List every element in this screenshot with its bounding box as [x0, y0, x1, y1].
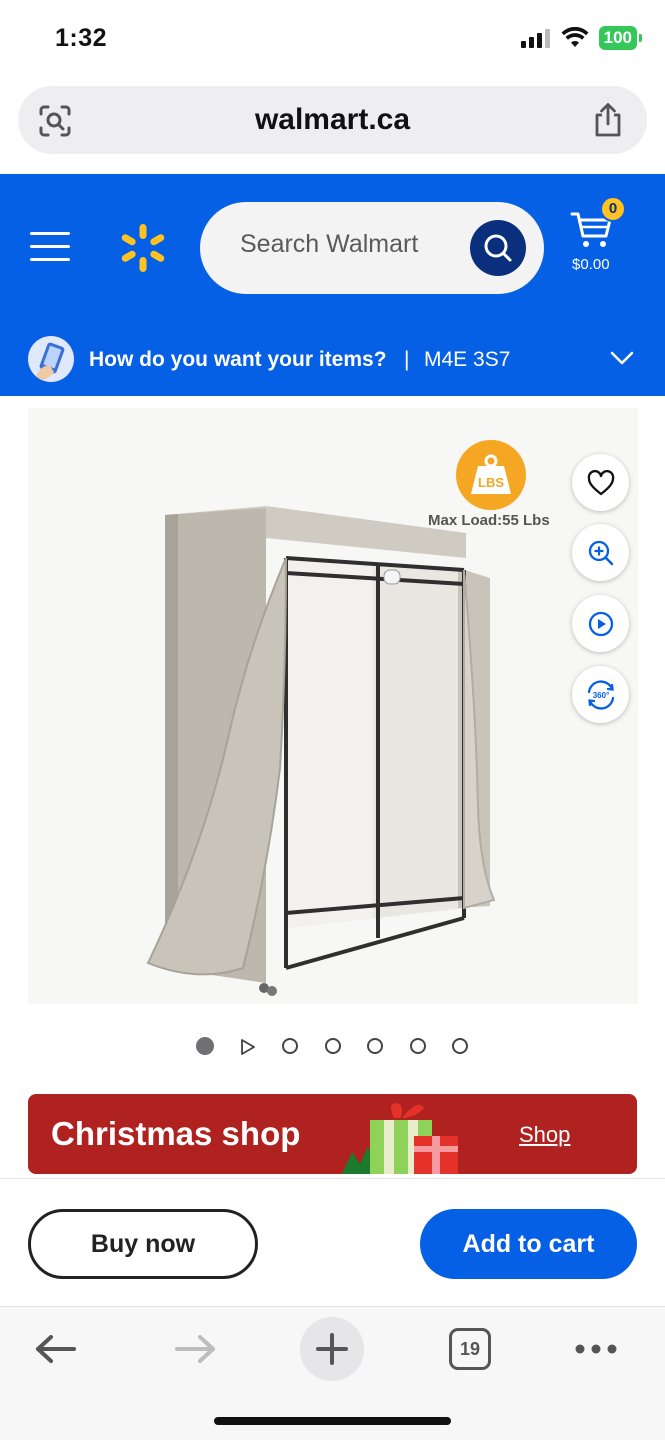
status-icons: 100: [520, 26, 643, 50]
tabs-count: 19: [449, 1328, 491, 1370]
gallery-video-dot-icon[interactable]: [240, 1038, 256, 1056]
purchase-actions: Buy now Add to cart: [0, 1178, 665, 1306]
svg-text:360°: 360°: [592, 691, 609, 700]
delivery-phone-icon: [28, 336, 74, 382]
delivery-question[interactable]: How do you want your items?: [89, 348, 387, 372]
signal-icon: [520, 29, 550, 48]
gallery-dot[interactable]: [282, 1038, 298, 1054]
view-360-button[interactable]: 360°: [572, 666, 629, 723]
gift-boxes-icon: [342, 1103, 458, 1174]
forward-button[interactable]: [163, 1317, 227, 1381]
battery-indicator: 100: [598, 26, 643, 50]
rotate-360-icon: 360°: [587, 679, 614, 710]
search-icon: [484, 234, 512, 262]
delivery-selector[interactable]: How do you want your items? | M4E 3S7: [0, 334, 665, 396]
wardrobe-illustration: [146, 506, 496, 996]
gallery-dot[interactable]: [367, 1038, 383, 1054]
heart-icon: [587, 469, 614, 495]
status-time: 1:32: [55, 24, 108, 52]
more-menu-button[interactable]: [564, 1317, 628, 1381]
back-button[interactable]: [24, 1317, 88, 1381]
gallery-dot-active[interactable]: [196, 1037, 214, 1055]
share-icon[interactable]: [591, 102, 625, 138]
search-button[interactable]: [470, 220, 526, 276]
home-indicator: [214, 1417, 451, 1425]
walmart-spark-logo[interactable]: [118, 222, 168, 274]
gallery-dot[interactable]: [452, 1038, 468, 1054]
product-gallery: LBS Max Load:55 Lbs 360°: [0, 396, 665, 1016]
add-to-cart-button[interactable]: Add to cart: [420, 1209, 637, 1279]
christmas-banner[interactable]: Christmas shop Shop: [28, 1094, 637, 1174]
tabs-button[interactable]: 19: [438, 1317, 502, 1381]
weight-badge: LBS: [456, 440, 526, 510]
cart-button[interactable]: 0 $0.00: [566, 196, 636, 276]
browser-toolbar: 19: [0, 1306, 665, 1440]
banner-shop-link[interactable]: Shop: [519, 1122, 570, 1148]
new-tab-button[interactable]: [300, 1317, 364, 1381]
search-input[interactable]: [240, 230, 460, 259]
search-bar[interactable]: [200, 202, 544, 294]
postal-code[interactable]: M4E 3S7: [424, 348, 510, 372]
max-load-label: Max Load:55 Lbs: [428, 512, 550, 529]
video-button[interactable]: [572, 595, 629, 652]
weight-icon: LBS: [471, 454, 511, 494]
arrow-left-icon: [36, 1335, 76, 1363]
gallery-pagination: [0, 1036, 665, 1058]
hamburger-menu-icon[interactable]: [30, 232, 70, 264]
wifi-icon: [561, 27, 589, 47]
address-bar[interactable]: walmart.ca: [18, 86, 647, 154]
product-image[interactable]: LBS Max Load:55 Lbs: [28, 408, 638, 1004]
gallery-dot[interactable]: [325, 1038, 341, 1054]
favorite-button[interactable]: [572, 454, 629, 511]
site-header: 0 $0.00 How do you want your items? | M4…: [0, 174, 665, 396]
url-text[interactable]: walmart.ca: [18, 103, 647, 137]
plus-icon: [316, 1333, 348, 1365]
buy-now-button[interactable]: Buy now: [28, 1209, 258, 1279]
status-bar: 1:32 100: [0, 0, 665, 80]
gallery-dot[interactable]: [410, 1038, 426, 1054]
delivery-separator: |: [404, 348, 410, 371]
more-dots-icon: [575, 1344, 617, 1354]
arrow-right-icon: [175, 1335, 215, 1363]
chevron-down-icon[interactable]: [610, 350, 634, 366]
zoom-button[interactable]: [572, 524, 629, 581]
zoom-in-icon: [588, 540, 613, 565]
banner-title: Christmas shop: [51, 1115, 301, 1152]
cart-count-badge: 0: [600, 196, 626, 222]
play-icon: [588, 611, 613, 636]
svg-text:LBS: LBS: [478, 475, 504, 490]
cart-total: $0.00: [572, 256, 610, 273]
